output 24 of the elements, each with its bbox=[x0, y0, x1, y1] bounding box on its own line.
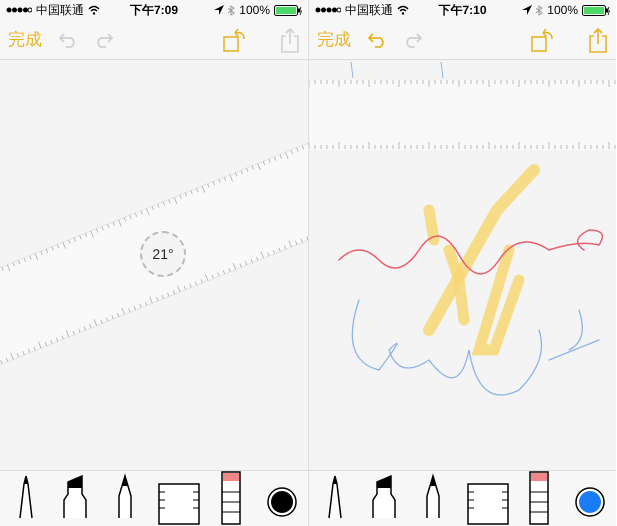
rotate-icon bbox=[222, 26, 248, 52]
signal-icon bbox=[6, 6, 32, 14]
signal-icon bbox=[315, 6, 341, 14]
location-icon bbox=[214, 5, 224, 15]
battery-percent: 100% bbox=[239, 2, 270, 19]
done-button[interactable]: 完成 bbox=[8, 26, 42, 52]
clock-time: 下午7:09 bbox=[130, 3, 178, 17]
share-icon bbox=[280, 26, 300, 52]
color-picker-button[interactable] bbox=[266, 486, 298, 518]
wifi-icon bbox=[88, 5, 100, 15]
carrier-name: 中国联通 bbox=[36, 2, 84, 19]
done-button[interactable]: 完成 bbox=[317, 26, 351, 52]
share-icon bbox=[588, 26, 608, 52]
battery-percent: 100% bbox=[547, 2, 578, 19]
wifi-icon bbox=[397, 5, 409, 15]
bluetooth-icon bbox=[228, 4, 236, 16]
rotate-icon bbox=[530, 26, 556, 52]
clock-time: 下午7:10 bbox=[438, 3, 487, 17]
battery-icon bbox=[582, 4, 610, 16]
battery-icon bbox=[274, 4, 302, 16]
color-picker-button[interactable] bbox=[574, 486, 606, 518]
carrier-name: 中国联通 bbox=[345, 2, 393, 19]
bluetooth-icon bbox=[536, 4, 544, 16]
location-icon bbox=[522, 5, 532, 15]
